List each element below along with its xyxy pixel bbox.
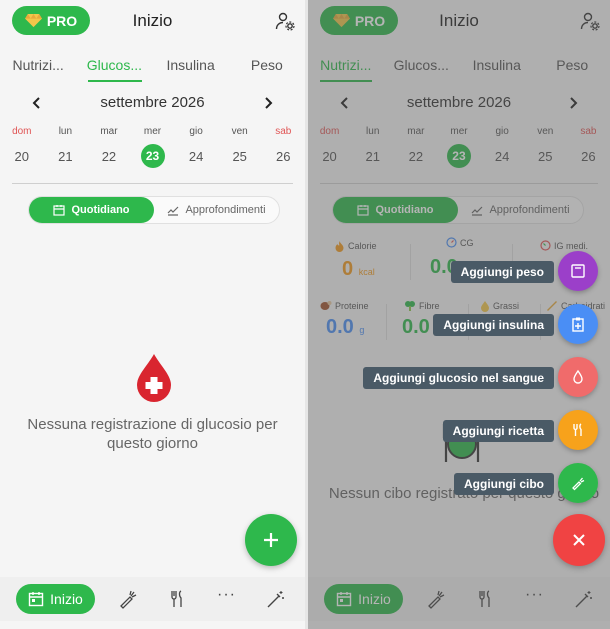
weekday-label: sab <box>275 126 292 137</box>
add-weight-label[interactable]: Aggiungi peso <box>450 261 554 283</box>
day-cell[interactable]: 24 <box>174 144 218 168</box>
view-toggle: Quotidiano Approfondimenti <box>28 196 280 224</box>
weekday-label: mar <box>100 126 118 137</box>
month-selector: settembre 2026 <box>0 94 305 114</box>
insights-label: Approfondimenti <box>185 204 266 216</box>
close-icon <box>573 534 585 546</box>
month-label: settembre 2026 <box>100 94 205 111</box>
add-insulin-button[interactable] <box>558 304 598 344</box>
weekday-row: dom lun mar mer gio ven sab <box>0 126 305 137</box>
plus-icon <box>264 533 278 547</box>
calendar-day-icon <box>28 592 44 607</box>
tab-insulin[interactable]: Insulina <box>153 57 229 83</box>
drop-icon <box>573 369 583 384</box>
magic-wand-icon[interactable] <box>266 589 286 609</box>
day-cell[interactable]: 26 <box>261 144 305 168</box>
weekday-label: gio <box>189 126 203 137</box>
weekday-label: ven <box>231 126 248 137</box>
screen-glucose: PRO Inizio Nutrizi... Glucos... Insulina… <box>0 0 305 629</box>
chevron-right-icon[interactable] <box>261 96 275 110</box>
more-icon[interactable]: ··· <box>217 586 237 606</box>
blood-drop-icon <box>137 354 171 402</box>
add-recipe-button[interactable] <box>558 410 598 450</box>
carrot-icon <box>572 477 585 491</box>
bottom-navigation: Inizio ··· <box>0 577 305 621</box>
day-cell-selected[interactable]: 23 <box>131 144 175 168</box>
scale-icon <box>571 264 585 278</box>
clipboard-plus-icon <box>572 317 584 332</box>
tab-nutrition[interactable]: Nutrizi... <box>0 57 76 83</box>
day-cell[interactable]: 25 <box>218 144 262 168</box>
add-insulin-label[interactable]: Aggiungi insulina <box>433 314 554 336</box>
day-row: 20 21 22 23 24 25 26 <box>0 144 305 168</box>
add-food-label[interactable]: Aggiungi cibo <box>454 473 554 495</box>
daily-toggle[interactable]: Quotidiano <box>29 197 154 223</box>
add-glucose-label[interactable]: Aggiungi glucosio nel sangue <box>363 367 554 389</box>
insights-toggle[interactable]: Approfondimenti <box>154 197 279 223</box>
selected-day: 23 <box>140 144 165 168</box>
divider <box>12 183 293 184</box>
tab-weight[interactable]: Peso <box>229 57 305 83</box>
add-recipe-label[interactable]: Aggiungi ricetta <box>442 420 554 442</box>
page-title: Inizio <box>132 11 173 30</box>
close-menu-button[interactable] <box>553 514 605 566</box>
user-settings-icon[interactable] <box>275 11 295 31</box>
tab-bar: Nutrizi... Glucos... Insulina Peso <box>0 57 305 83</box>
add-weight-button[interactable] <box>558 251 598 291</box>
utensils-icon[interactable] <box>167 589 187 609</box>
weekday-label: lun <box>58 126 73 137</box>
day-cell[interactable]: 22 <box>87 144 131 168</box>
add-glucose-button[interactable] <box>558 357 598 397</box>
empty-state-message: Nessuna registrazione di glucosio per qu… <box>27 416 278 452</box>
screen-nutrition-menu-open: PRO Inizio Nutrizi... Glucos... Insulina… <box>308 0 610 629</box>
utensils-icon <box>573 423 582 436</box>
trend-chart-icon <box>168 206 179 216</box>
add-food-button[interactable] <box>558 463 598 503</box>
calendar-icon <box>53 205 66 216</box>
add-button[interactable] <box>245 514 297 566</box>
daily-label: Quotidiano <box>71 204 130 216</box>
nav-home-button[interactable]: Inizio <box>16 584 95 614</box>
weekday-label: dom <box>12 126 32 137</box>
weekday-label: mer <box>143 126 162 137</box>
carrot-icon[interactable] <box>118 589 138 609</box>
day-cell[interactable]: 21 <box>44 144 88 168</box>
active-tab-indicator <box>88 80 142 82</box>
nav-home-label: Inizio <box>50 591 83 607</box>
day-cell[interactable]: 20 <box>0 144 44 168</box>
